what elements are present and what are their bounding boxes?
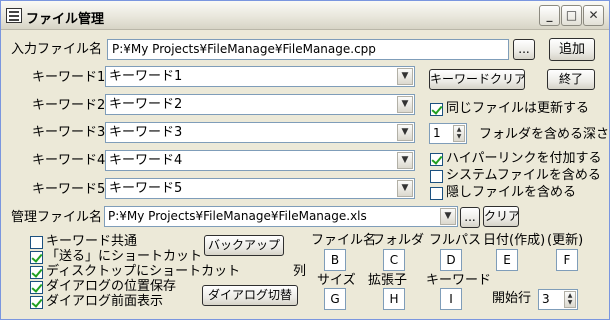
sendto-shortcut-checkbox[interactable]: 「送る」にショートカット <box>30 250 202 264</box>
close-button[interactable]: ✕ <box>583 5 604 26</box>
add-button[interactable]: 追加 <box>549 38 595 61</box>
col-folder-input[interactable]: C <box>383 249 405 271</box>
folder-depth-value: 1 <box>433 126 441 140</box>
manage-clear-button[interactable]: クリア <box>483 206 519 227</box>
checkbox-unchecked-icon[interactable] <box>430 169 443 183</box>
keyword2-combo[interactable]: キーワード2 ▼ <box>105 94 415 115</box>
hyperlink-label: ハイパーリンクを付加する <box>446 151 602 166</box>
input-file-browse-button[interactable]: ... <box>513 39 535 60</box>
checkbox-unchecked-icon[interactable] <box>430 186 443 200</box>
minimize-button[interactable]: _ <box>539 5 560 26</box>
backup-button[interactable]: バックアップ <box>204 235 284 256</box>
chevron-down-icon[interactable]: ▼ <box>397 96 413 113</box>
checkbox-checked-icon[interactable] <box>30 250 43 264</box>
folder-depth-label: フォルダを含める深さ <box>479 127 610 142</box>
chevron-down-icon[interactable]: ▼ <box>440 208 456 225</box>
keyword5-value: キーワード5 <box>109 181 183 196</box>
col-date-created-input[interactable]: E <box>496 249 518 271</box>
checkbox-unchecked-icon[interactable] <box>30 235 43 249</box>
col-extension-label: 拡張子 <box>368 273 408 288</box>
keyword-common-label: キーワード共通 <box>46 234 138 249</box>
keyword4-combo[interactable]: キーワード4 ▼ <box>105 150 415 171</box>
col-size-input[interactable]: G <box>324 288 346 310</box>
start-row-label: 開始行 <box>492 291 532 306</box>
keyword4-value: キーワード4 <box>109 153 183 168</box>
keyword2-label: キーワード2 <box>32 98 106 113</box>
start-row-spinner[interactable]: 3 ▲ ▼ <box>538 289 578 310</box>
chevron-down-icon[interactable]: ▼ <box>397 152 413 169</box>
chevron-down-icon[interactable]: ▼ <box>397 180 413 197</box>
col-keyword-label: キーワード <box>426 273 492 288</box>
start-row-value: 3 <box>542 292 550 306</box>
keyword-clear-button[interactable]: キーワードクリア <box>429 69 525 90</box>
front-display-label: ダイアログ前面表示 <box>46 294 164 309</box>
keyword2-value: キーワード2 <box>109 97 183 112</box>
front-display-checkbox[interactable]: ダイアログ前面表示 <box>30 295 163 309</box>
keyword4-label: キーワード4 <box>32 153 106 168</box>
col-keyword-input[interactable]: I <box>440 288 462 310</box>
checkbox-checked-icon[interactable] <box>30 280 43 294</box>
window-title: ファイル管理 <box>26 12 105 27</box>
manage-file-value: P:¥My Projects¥FileManage¥FileManage.xls <box>108 209 367 223</box>
chevron-down-icon[interactable]: ▼ <box>397 124 413 141</box>
chevron-down-icon[interactable]: ▼ <box>397 68 413 85</box>
col-file-name-input[interactable]: B <box>324 249 346 271</box>
exit-button[interactable]: 終了 <box>547 69 595 90</box>
checkbox-checked-icon[interactable] <box>430 102 443 116</box>
main-window: ファイル管理 _ □ ✕ 入力ファイル名 P:¥My Projects¥File… <box>0 0 610 320</box>
manage-file-browse-button[interactable]: ... <box>460 207 480 228</box>
checkbox-checked-icon[interactable] <box>430 152 443 166</box>
keyword1-combo[interactable]: キーワード1 ▼ <box>105 66 415 87</box>
hidden-files-checkbox[interactable]: 隠しファイルを含める <box>430 186 576 200</box>
desktop-shortcut-checkbox[interactable]: ディスクトップにショートカット <box>30 265 240 279</box>
keyword1-label: キーワード1 <box>32 70 106 85</box>
title-bar[interactable]: ファイル管理 _ □ ✕ <box>1 1 609 30</box>
checkbox-checked-icon[interactable] <box>30 265 43 279</box>
save-position-label: ダイアログの位置保存 <box>46 279 177 294</box>
col-file-name-label: ファイル名 <box>311 233 377 248</box>
folder-depth-spinner[interactable]: 1 ▲ ▼ <box>429 123 467 144</box>
keyword5-label: キーワード5 <box>32 182 106 197</box>
desktop-shortcut-label: ディスクトップにショートカット <box>46 264 241 279</box>
col-size-label: サイズ <box>317 273 356 288</box>
columns-title: 列 <box>293 264 307 279</box>
save-position-checkbox[interactable]: ダイアログの位置保存 <box>30 280 176 294</box>
dialog-toggle-button[interactable]: ダイアログ切替 <box>202 285 298 306</box>
keyword-common-checkbox[interactable]: キーワード共通 <box>30 235 137 249</box>
app-icon <box>6 8 22 23</box>
col-date-updated-input[interactable]: F <box>556 249 578 271</box>
keyword3-label: キーワード3 <box>32 125 106 140</box>
keyword1-value: キーワード1 <box>109 69 183 84</box>
col-extension-input[interactable]: H <box>383 288 405 310</box>
keyword5-combo[interactable]: キーワード5 ▼ <box>105 178 415 199</box>
system-files-label: システムファイルを含める <box>446 168 601 183</box>
col-date-updated-label: (更新) <box>547 233 584 248</box>
hidden-files-label: 隠しファイルを含める <box>446 185 577 200</box>
update-same-checkbox[interactable]: 同じファイルは更新する <box>430 102 589 116</box>
manage-file-combo[interactable]: P:¥My Projects¥FileManage¥FileManage.xls… <box>104 206 458 227</box>
col-date-created-label: 日付(作成) <box>483 233 546 248</box>
sendto-shortcut-label: 「送る」にショートカット <box>46 249 203 264</box>
spin-arrows-icon[interactable]: ▲ ▼ <box>453 125 465 142</box>
hyperlink-checkbox[interactable]: ハイパーリンクを付加する <box>430 152 601 166</box>
col-full-path-label: フルパス <box>429 233 482 248</box>
col-folder-label: フォルダ <box>372 233 425 248</box>
col-full-path-input[interactable]: D <box>440 249 462 271</box>
spin-arrows-icon[interactable]: ▲ ▼ <box>564 291 576 308</box>
system-files-checkbox[interactable]: システムファイルを含める <box>430 169 601 183</box>
keyword3-combo[interactable]: キーワード3 ▼ <box>105 122 415 143</box>
manage-file-label: 管理ファイル名 <box>11 210 103 225</box>
update-same-label: 同じファイルは更新する <box>446 101 590 116</box>
checkbox-checked-icon[interactable] <box>30 295 43 309</box>
input-file-label: 入力ファイル名 <box>11 42 103 57</box>
input-file-field[interactable]: P:¥My Projects¥FileManage¥FileManage.cpp <box>107 39 509 60</box>
maximize-button[interactable]: □ <box>561 5 582 26</box>
keyword3-value: キーワード3 <box>109 125 183 140</box>
